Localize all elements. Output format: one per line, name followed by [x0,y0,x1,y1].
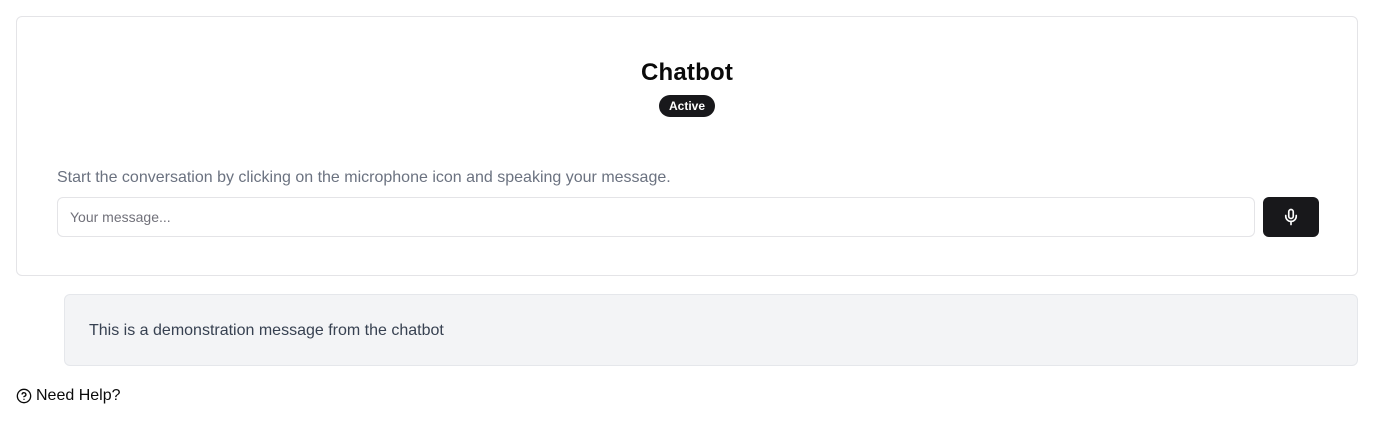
message-text: This is a demonstration message from the… [89,322,444,339]
chatbot-message: This is a demonstration message from the… [64,294,1358,366]
microphone-icon [1284,208,1298,226]
chat-card: Chatbot Active Start the conversation by… [16,16,1358,276]
help-circle-icon [16,388,32,404]
need-help-link[interactable]: Need Help? [16,386,121,406]
microphone-button[interactable] [1263,197,1319,237]
need-help-label: Need Help? [36,387,121,404]
status-badge: Active [658,95,716,117]
status-badge-wrapper: Active [17,95,1357,117]
message-input[interactable] [57,197,1255,237]
chat-title: Chatbot [640,59,734,86]
instruction-text: Start the conversation by clicking on th… [57,169,671,186]
